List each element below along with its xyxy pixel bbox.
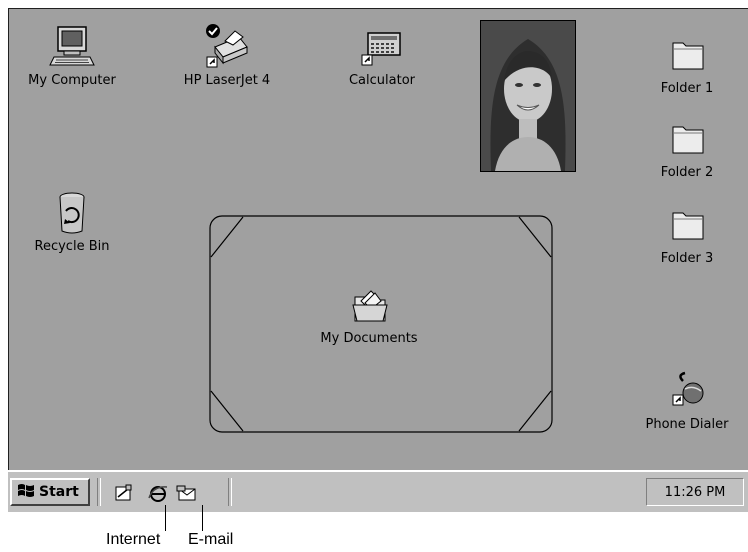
desktop-icon-label: Calculator	[348, 73, 415, 88]
desktop-icon-folder-2[interactable]: Folder 2	[632, 115, 742, 180]
desktop-icon-phone-dialer[interactable]: Phone Dialer	[632, 367, 742, 432]
desktop-icon-label: HP LaserJet 4	[183, 73, 271, 88]
internet-callout-label: Internet	[106, 531, 161, 548]
desktop-icon-label: Phone Dialer	[645, 417, 729, 432]
folder-icon	[663, 201, 711, 249]
taskbar: Start 11:26 PM	[8, 470, 748, 512]
windows-logo-icon	[16, 482, 36, 502]
quick-launch-end-separator	[228, 478, 232, 506]
desktop-icon-label: Folder 2	[660, 165, 714, 180]
show-desktop-icon[interactable]	[111, 480, 137, 506]
folder-icon	[663, 31, 711, 79]
system-tray[interactable]: 11:26 PM	[646, 478, 744, 506]
computer-icon	[48, 23, 96, 71]
email-icon[interactable]	[174, 480, 200, 506]
desktop-icon-label: Folder 3	[660, 251, 714, 266]
desktop-icon-calculator[interactable]: Calculator	[327, 23, 437, 88]
recycle-bin-icon	[48, 189, 96, 237]
desktop-icon-folder-1[interactable]: Folder 1	[632, 31, 742, 96]
start-label: Start	[39, 484, 79, 500]
desktop-icon-label: Folder 1	[660, 81, 714, 96]
folder-icon	[663, 115, 711, 163]
documents-folder-icon	[345, 281, 393, 329]
clock: 11:26 PM	[664, 484, 726, 500]
desktop-icon-label: My Computer	[28, 73, 116, 88]
start-button[interactable]: Start	[10, 478, 90, 506]
desktop-icon-recycle-bin[interactable]: Recycle Bin	[17, 189, 127, 254]
desktop-icon-my-documents[interactable]: My Documents	[314, 281, 424, 346]
internet-callout-line	[165, 505, 166, 531]
internet-explorer-icon[interactable]	[145, 480, 171, 506]
calculator-icon	[358, 23, 406, 71]
desktop[interactable]: My Computer HP LaserJet 4 Calculator Fol…	[8, 8, 748, 471]
desktop-icon-label: Recycle Bin	[34, 239, 110, 254]
desktop-icon-hp-laserjet[interactable]: HP LaserJet 4	[172, 23, 282, 88]
quick-launch-separator	[97, 478, 101, 506]
desktop-icon-label: My Documents	[320, 331, 418, 346]
printer-icon	[203, 23, 251, 71]
phone-dialer-icon	[663, 367, 711, 415]
portrait-photo[interactable]	[480, 20, 576, 172]
desktop-icon-folder-3[interactable]: Folder 3	[632, 201, 742, 266]
desktop-icon-my-computer[interactable]: My Computer	[17, 23, 127, 88]
email-callout-label: E-mail	[188, 531, 234, 548]
email-callout-line	[202, 505, 203, 531]
